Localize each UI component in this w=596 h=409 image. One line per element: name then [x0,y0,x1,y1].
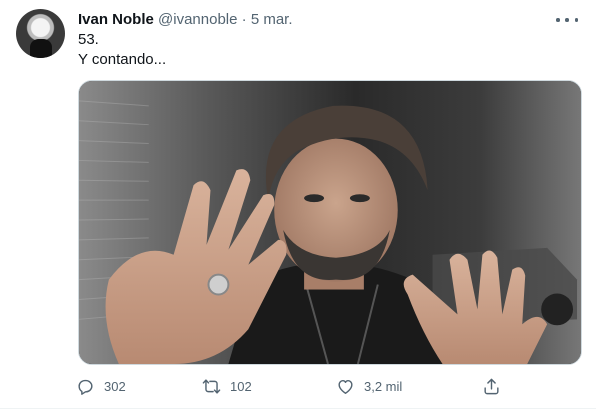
reply-count: 302 [104,378,126,394]
tweet-text: 53. Y contando... [78,30,166,70]
like-count: 3,2 mil [364,378,403,394]
author-handle[interactable]: @ivannoble [158,11,237,28]
more-icon[interactable] [556,11,578,29]
tweet-photo[interactable] [78,80,582,365]
retweet-button[interactable]: 102 [202,373,252,399]
tweet-actions: 302 102 3,2 mil [74,373,514,399]
author-name[interactable]: Ivan Noble [78,11,154,28]
tweet[interactable]: Ivan Noble @ivannoble · 5 mar. 53. Y con… [0,0,596,409]
tweet-date[interactable]: 5 mar. [251,11,293,28]
more-dot [556,18,560,22]
tweet-text-line: Y contando... [78,51,167,68]
tweet-header: Ivan Noble @ivannoble · 5 mar. [78,10,293,30]
like-button[interactable]: 3,2 mil [336,373,402,399]
share-button[interactable] [482,373,501,399]
retweet-icon [202,378,221,394]
more-dot [574,18,578,22]
photo-image [79,81,581,364]
share-icon [484,378,499,394]
heart-icon [338,379,353,394]
tweet-text-line: 53. [78,31,99,48]
header-separator: · [237,11,251,28]
avatar[interactable] [16,9,65,58]
reply-icon [78,379,93,395]
more-dot [565,18,569,22]
retweet-count: 102 [230,378,252,394]
reply-button[interactable]: 302 [76,373,126,399]
